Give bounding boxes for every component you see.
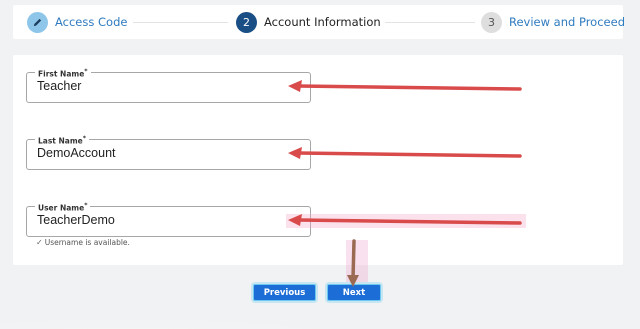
next-button[interactable]: Next	[327, 284, 381, 301]
step-number: 3	[481, 11, 502, 33]
last-name-field[interactable]: Last Name*	[26, 134, 311, 170]
step-connector	[133, 22, 228, 23]
step-review-and-proceed[interactable]: 3 Review and Proceed	[481, 11, 625, 33]
step-label: Review and Proceed	[509, 15, 625, 29]
user-name-label: User Name*	[35, 201, 91, 214]
last-name-input[interactable]	[37, 146, 237, 160]
step-label: Access Code	[55, 15, 128, 29]
progress-stepper: Access Code 2 Account Information 3 Revi…	[13, 5, 625, 39]
user-name-input[interactable]	[37, 213, 237, 227]
step-connector	[385, 22, 475, 23]
step-account-information: 2 Account Information	[236, 11, 381, 33]
checkmark-icon: ✓	[36, 238, 43, 247]
first-name-input[interactable]	[37, 79, 237, 93]
first-name-field[interactable]: First Name*	[26, 67, 311, 103]
user-name-field[interactable]: User Name*	[26, 201, 311, 237]
pencil-icon	[27, 11, 48, 33]
step-access-code[interactable]: Access Code	[27, 11, 127, 33]
first-name-label: First Name*	[35, 67, 91, 80]
step-label: Account Information	[264, 15, 381, 29]
hint-text: Username is available.	[44, 238, 130, 247]
username-availability-hint: ✓ Username is available.	[36, 238, 130, 247]
previous-button[interactable]: Previous	[253, 284, 316, 301]
step-number: 2	[236, 11, 257, 33]
last-name-label: Last Name*	[35, 134, 90, 147]
account-form-card: First Name* Last Name* User Name* ✓ User…	[13, 55, 623, 265]
